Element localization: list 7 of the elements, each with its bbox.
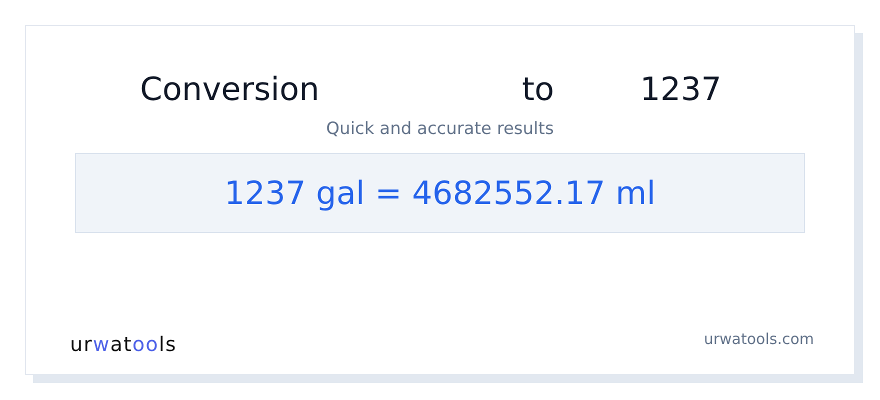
logo: urwatools [70,332,177,356]
heading-text: Conversion [140,70,320,108]
subtitle: Quick and accurate results [326,119,554,139]
site-link[interactable]: urwatools.com [704,330,814,348]
heading-text: to [522,70,554,108]
result-box: 1237 gal = 4682552.17 ml [75,153,805,233]
heading-text: 1237 [640,70,722,108]
